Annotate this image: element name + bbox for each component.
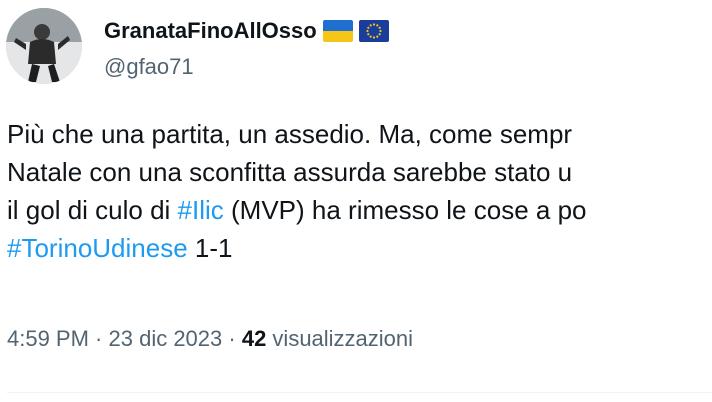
avatar-image <box>6 8 82 84</box>
divider <box>7 392 712 393</box>
tweet-card: GranataFinoAllOsso @gfao71 Più che una p… <box>0 0 712 402</box>
tweet-text-line-3: il gol di culo di #Ilic (MVP) ha rimesso… <box>7 191 712 229</box>
tweet-header: GranataFinoAllOsso @gfao71 <box>6 8 389 84</box>
views-count[interactable]: 42 <box>242 326 266 351</box>
tweet-text-line-2: Natale con una sconfitta assurda sarebbe… <box>7 157 573 187</box>
avatar[interactable] <box>6 8 82 84</box>
tweet-text: Più che una partita, un assedio. Ma, com… <box>7 115 712 267</box>
tweet-meta: 4:59 PM · 23 dic 2023 · 42 visualizzazio… <box>7 326 413 352</box>
name-row: GranataFinoAllOsso <box>104 14 389 48</box>
hashtag-ilic[interactable]: #Ilic <box>178 195 224 225</box>
author-info: GranataFinoAllOsso @gfao71 <box>104 14 389 80</box>
eu-flag-icon <box>358 20 389 42</box>
tweet-text-segment: il gol di culo di <box>7 195 178 225</box>
display-name[interactable]: GranataFinoAllOsso <box>104 18 317 44</box>
tweet-text-segment: 1-1 <box>187 233 233 263</box>
tweet-date[interactable]: 23 dic 2023 <box>109 326 223 351</box>
meta-separator: · <box>222 326 242 351</box>
tweet-text-line-1: Più che una partita, un assedio. Ma, com… <box>7 119 573 149</box>
tweet-text-line-4: #TorinoUdinese 1-1 <box>7 229 712 267</box>
hashtag-torinoudinese[interactable]: #TorinoUdinese <box>7 233 188 263</box>
views-label: visualizzazioni <box>266 326 414 351</box>
meta-separator: · <box>88 326 109 351</box>
tweet-text-segment: (MVP) ha rimesso le cose a po <box>223 195 587 225</box>
ukraine-flag-icon <box>322 20 353 42</box>
user-handle[interactable]: @gfao71 <box>104 54 389 80</box>
tweet-time[interactable]: 4:59 PM <box>7 326 89 351</box>
